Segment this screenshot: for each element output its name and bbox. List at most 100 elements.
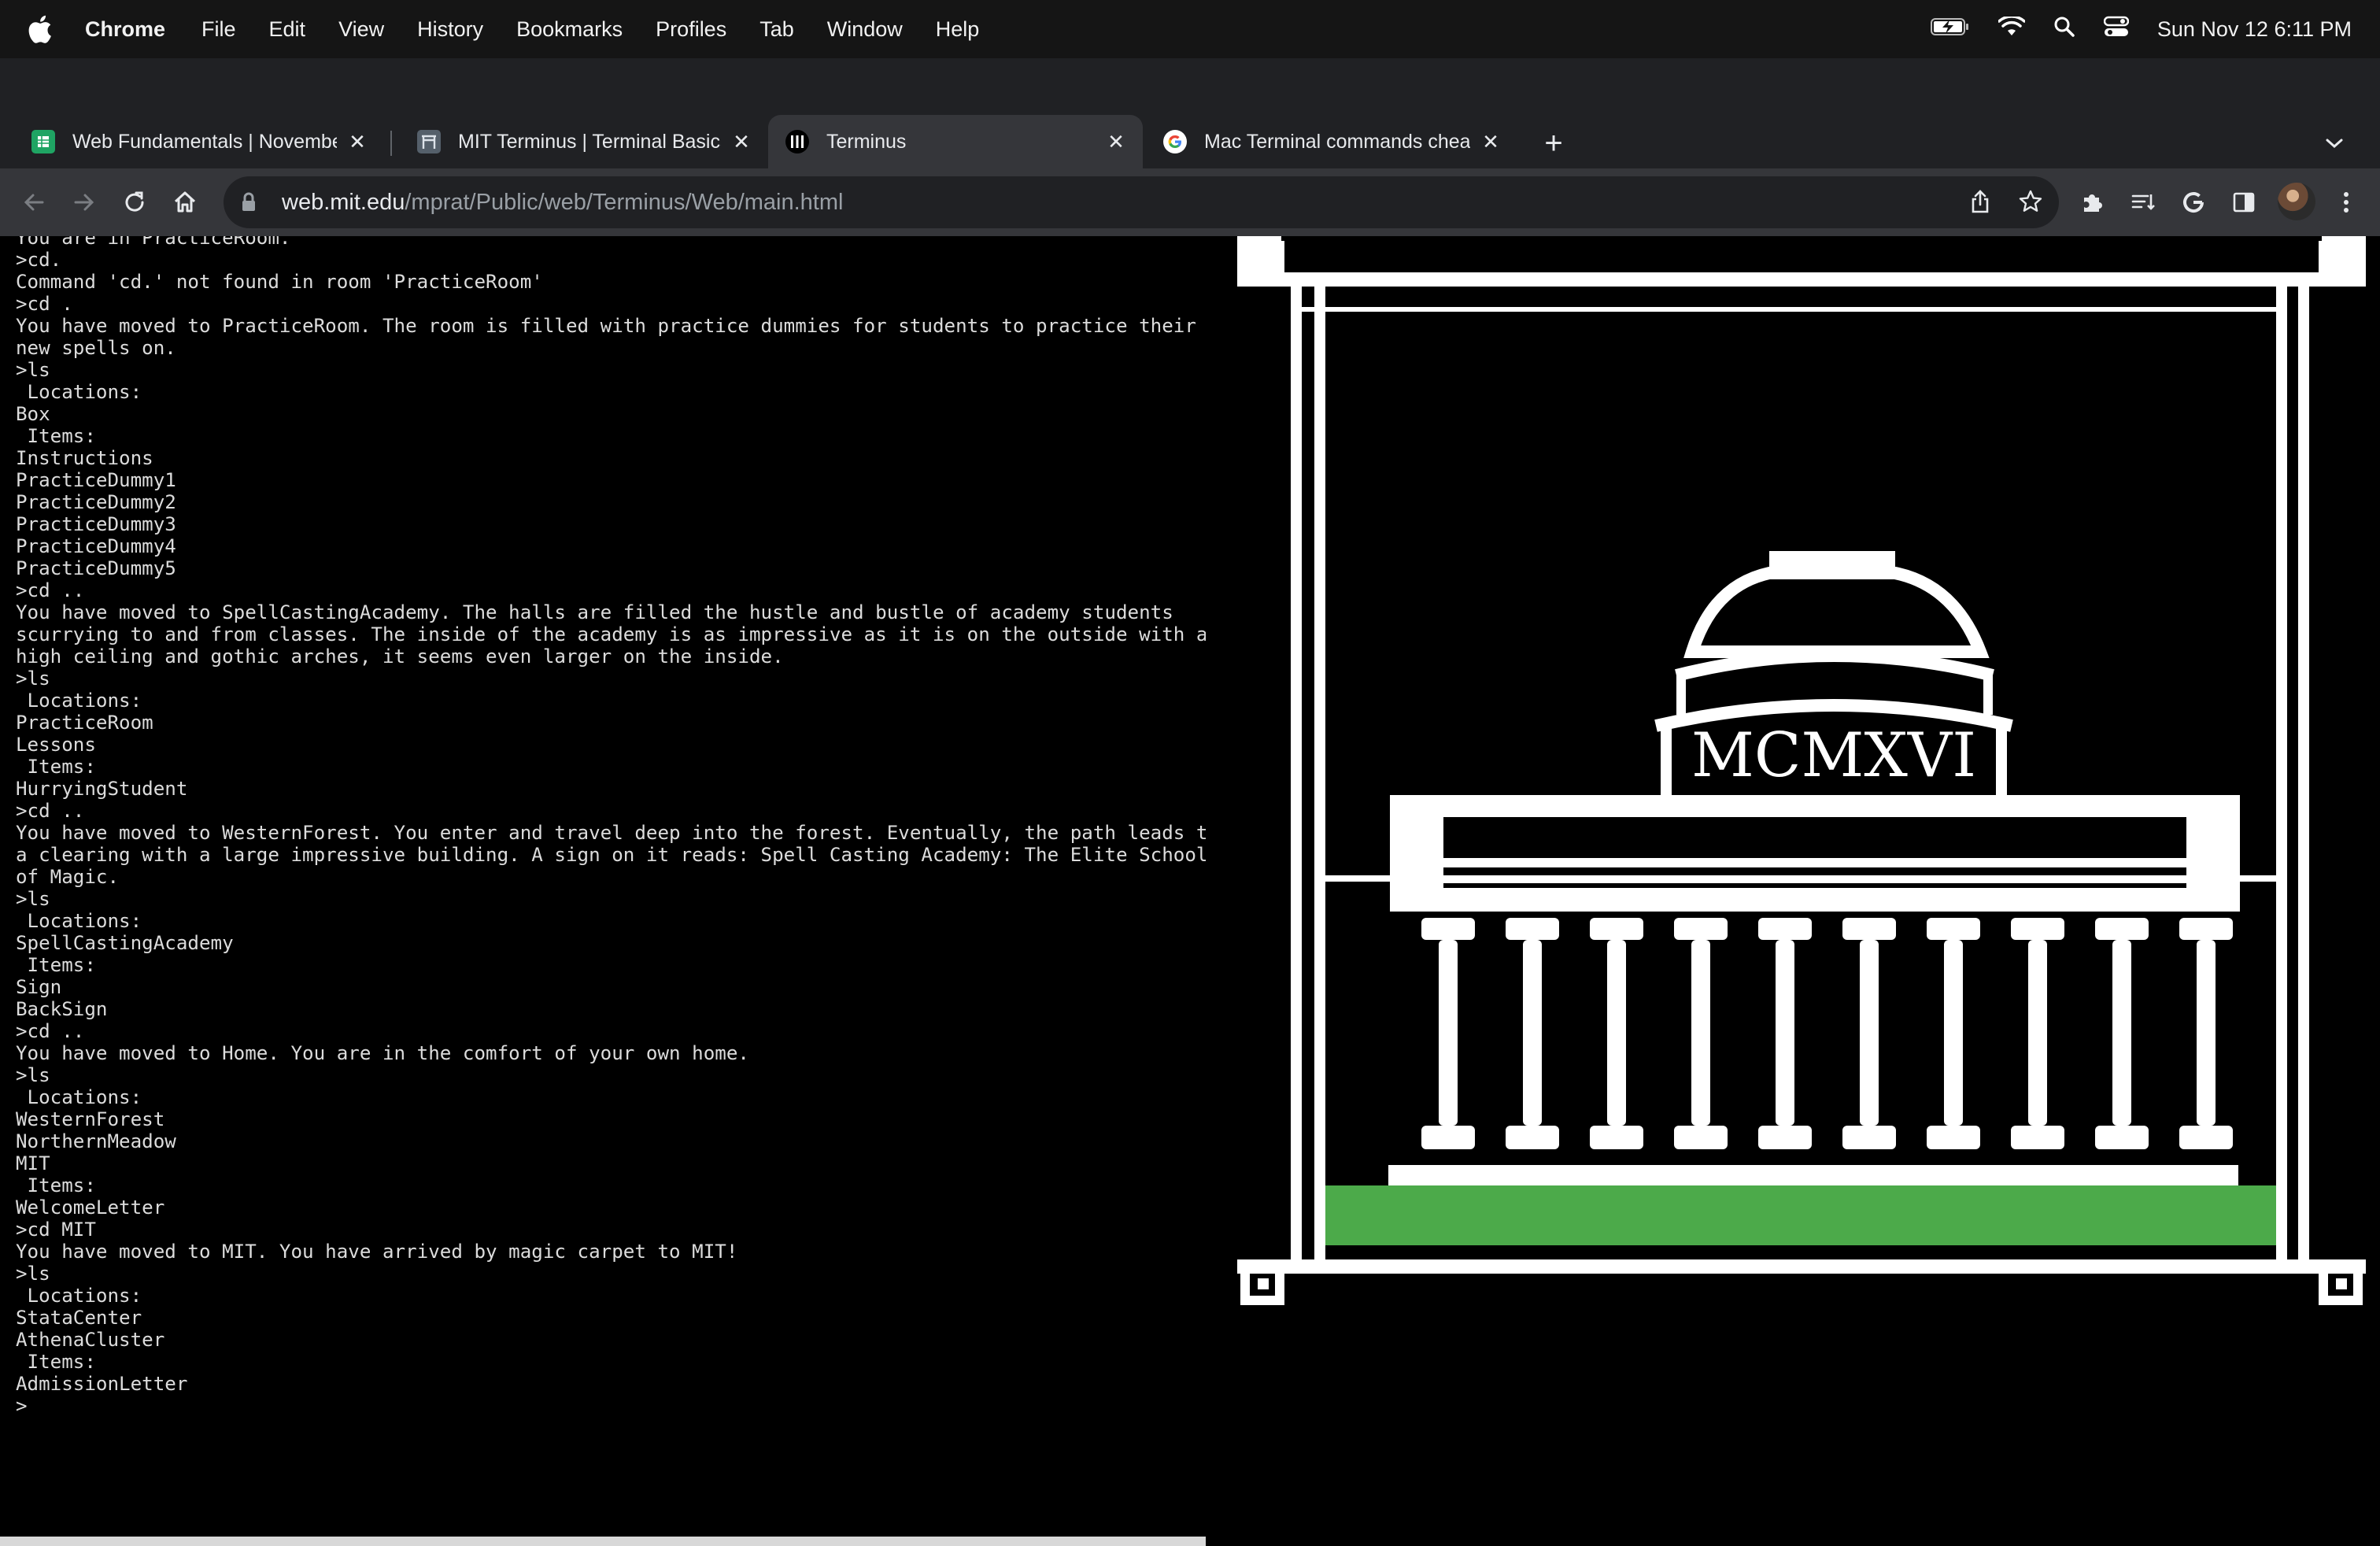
menu-history[interactable]: History	[417, 17, 483, 42]
reload-icon[interactable]	[116, 184, 153, 220]
close-tab-icon[interactable]: ✕	[732, 130, 751, 153]
terminal-line: >ls	[16, 668, 50, 690]
terminal-line: Locations:	[16, 910, 142, 932]
terminal-line: Box	[16, 403, 50, 425]
terminal-line: HurryingStudent	[16, 778, 188, 800]
terminal-line: >ls	[16, 359, 50, 381]
profile-avatar[interactable]	[2278, 183, 2315, 220]
tab-terminus[interactable]: Terminus ✕	[768, 115, 1143, 168]
terminal-line: >ls	[16, 1064, 50, 1086]
terminal-line: WelcomeLetter	[16, 1196, 165, 1219]
terminal-line: >ls	[16, 888, 50, 910]
side-panel-icon[interactable]	[2226, 184, 2262, 220]
menu-bookmarks[interactable]: Bookmarks	[516, 17, 623, 42]
tab-title: Terminus	[826, 130, 907, 153]
terminal-line: You have moved to PracticeRoom. The room…	[16, 315, 1196, 337]
wifi-icon[interactable]	[1998, 14, 2026, 43]
control-center-icon[interactable]	[2103, 16, 2130, 43]
spotlight-search-icon[interactable]	[2053, 16, 2075, 43]
terminal-line: of Magic.	[16, 866, 120, 888]
close-tab-icon[interactable]: ✕	[348, 130, 367, 153]
share-icon[interactable]	[1961, 183, 1999, 220]
sheets-icon	[31, 130, 55, 153]
url-path: /mprat/Public/web/Terminus/Web/main.html	[405, 189, 844, 215]
reading-list-icon[interactable]	[2125, 184, 2161, 220]
terminal-line: BackSign	[16, 998, 108, 1020]
back-arrow-icon[interactable]	[16, 184, 52, 220]
terminal-line: high ceiling and gothic arches, it seems…	[16, 645, 784, 668]
terminal-line: >	[16, 1395, 28, 1417]
terminal-line: StataCenter	[16, 1307, 142, 1329]
terminal-line: >cd.	[16, 249, 62, 271]
menu-app-name[interactable]: Chrome	[85, 17, 165, 42]
mit-dome-illustration: MCMXVI	[1236, 236, 2380, 1338]
terminal-line: PracticeDummy3	[16, 513, 176, 535]
terminal-line: WesternForest	[16, 1108, 165, 1130]
menu-bar-status-area: Sun Nov 12 6:11 PM	[1930, 14, 2352, 43]
browser-toolbar: web.mit.edu/mprat/Public/web/Terminus/We…	[0, 168, 2380, 236]
google-icon	[1163, 130, 1187, 153]
forward-arrow-icon[interactable]	[66, 184, 102, 220]
close-tab-icon[interactable]: ✕	[1107, 130, 1125, 153]
terminal-line: Items:	[16, 954, 96, 976]
bookmark-star-icon[interactable]	[2012, 183, 2049, 220]
terminal-line: >cd ..	[16, 579, 85, 601]
terminal-line: >cd .	[16, 293, 73, 315]
terminal-line: Locations:	[16, 690, 142, 712]
menu-file[interactable]: File	[201, 17, 236, 42]
terminus-terminal[interactable]: You are in PracticeRoom. >cd. Command 'cd.…	[0, 236, 1206, 1538]
macos-menu-bar: Chrome File Edit View History Bookmarks …	[0, 0, 2380, 58]
terminal-line: MIT	[16, 1152, 50, 1174]
menu-edit[interactable]: Edit	[269, 17, 306, 42]
terminal-line: You have moved to WesternForest. You ent…	[16, 822, 1206, 844]
terminal-line: Sign	[16, 976, 62, 998]
menu-help[interactable]: Help	[936, 17, 980, 42]
menu-bar-clock[interactable]: Sun Nov 12 6:11 PM	[2157, 17, 2352, 42]
terminal-line: Locations:	[16, 1086, 142, 1108]
chrome-menu-kebab-icon[interactable]	[2328, 184, 2364, 220]
terminal-line: Instructions	[16, 447, 153, 469]
horizontal-scrollbar[interactable]	[0, 1537, 1206, 1546]
terminal-line: PracticeRoom	[16, 712, 153, 734]
tab-title: MIT Terminus | Terminal Basics	[458, 130, 721, 153]
terminal-line: scurrying to and from classes. The insid…	[16, 623, 1206, 645]
lock-icon[interactable]	[241, 190, 261, 214]
terminal-line: Command 'cd.' not found in room 'Practic…	[16, 271, 543, 293]
apple-icon[interactable]	[28, 13, 55, 45]
battery-charging-icon[interactable]	[1930, 17, 1970, 42]
tab-search-chevron-down-icon[interactable]	[2319, 128, 2350, 159]
terminal-line: AdmissionLetter	[16, 1373, 188, 1395]
terminal-line: new spells on.	[16, 337, 176, 359]
menu-window[interactable]: Window	[827, 17, 903, 42]
terminal-line: Locations:	[16, 381, 142, 403]
tab-mit-terminus-basics[interactable]: MIT Terminus | Terminal Basics ✕	[400, 115, 768, 168]
tab-title: Web Fundamentals | November	[72, 130, 337, 153]
terminal-line: Locations:	[16, 1285, 142, 1307]
terminal-line: Items:	[16, 1174, 96, 1196]
terminal-line: PracticeDummy5	[16, 557, 176, 579]
menu-tab[interactable]: Tab	[759, 17, 794, 42]
terminal-line: Lessons	[16, 734, 96, 756]
address-bar[interactable]: web.mit.edu/mprat/Public/web/Terminus/We…	[224, 176, 2059, 228]
mit-dome-picture: MCMXVI	[1236, 236, 2380, 1338]
new-tab-plus-icon[interactable]: +	[1536, 126, 1571, 161]
url-host: web.mit.edu	[282, 189, 405, 215]
terminal-line: SpellCastingAcademy	[16, 932, 234, 954]
tab-title: Mac Terminal commands cheat	[1204, 130, 1470, 153]
google-g-icon[interactable]	[2175, 184, 2212, 220]
menu-view[interactable]: View	[338, 17, 384, 42]
terminal-line: Items:	[16, 1351, 96, 1373]
terminal-line: You are in PracticeRoom.	[16, 236, 291, 249]
terminal-line: AthenaCluster	[16, 1329, 165, 1351]
terminal-line: NorthernMeadow	[16, 1130, 176, 1152]
menu-profiles[interactable]: Profiles	[656, 17, 726, 42]
tab-web-fundamentals[interactable]: Web Fundamentals | November ✕	[14, 115, 384, 168]
tab-mac-terminal-cheat[interactable]: Mac Terminal commands cheat ✕	[1146, 115, 1517, 168]
close-tab-icon[interactable]: ✕	[1481, 130, 1500, 153]
terminal-line: >cd MIT	[16, 1219, 96, 1241]
extensions-puzzle-icon[interactable]	[2075, 184, 2111, 220]
home-icon[interactable]	[167, 184, 203, 220]
terminal-line: >cd ..	[16, 800, 85, 822]
terminal-line: >ls	[16, 1263, 50, 1285]
terminal-line: Items:	[16, 425, 96, 447]
